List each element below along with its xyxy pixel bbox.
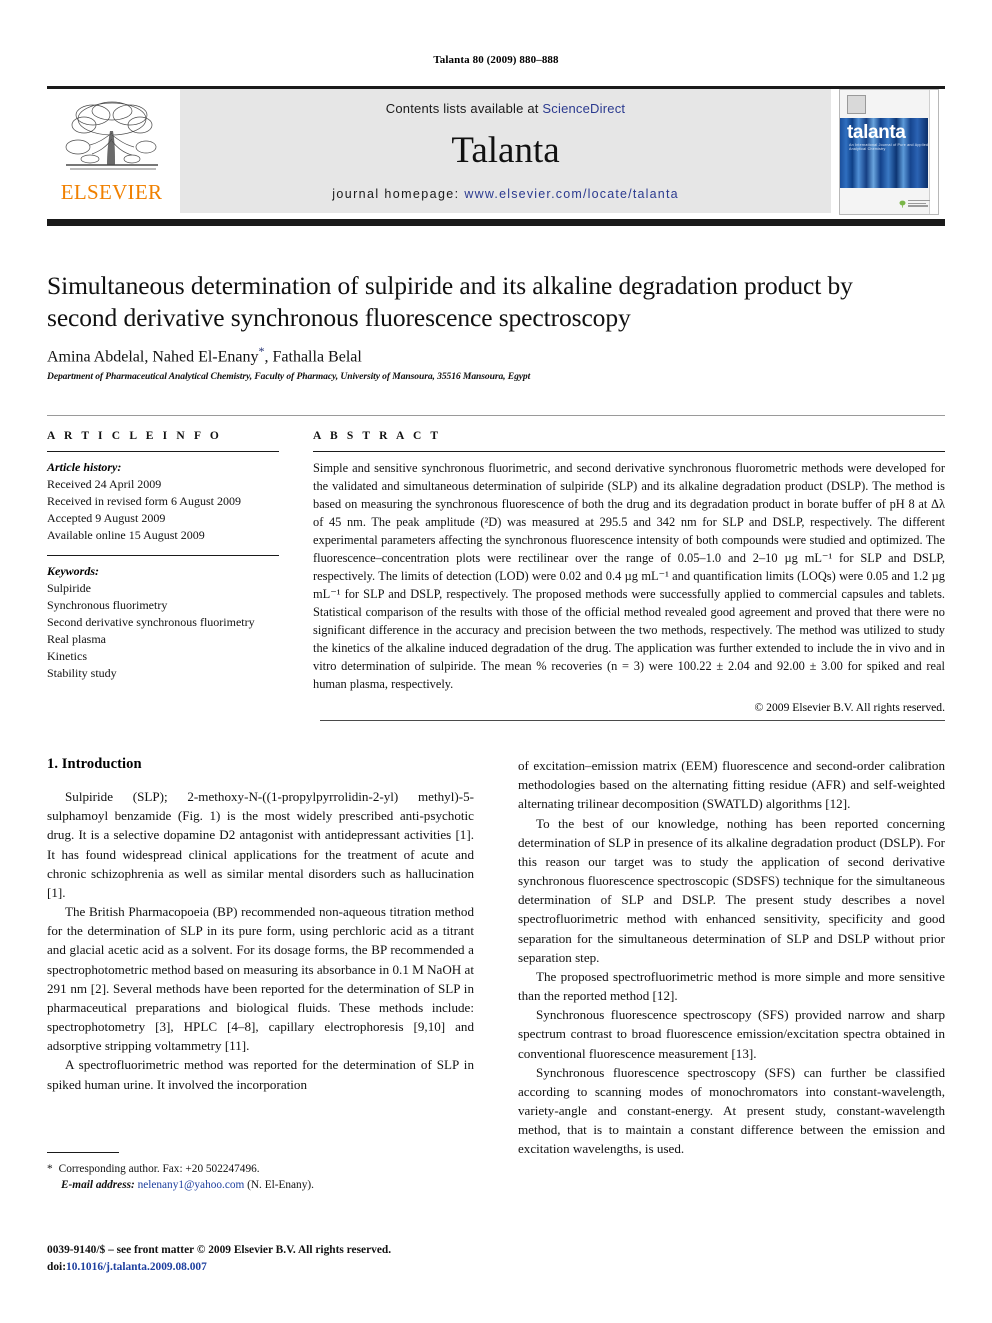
- section-heading-introduction: 1. Introduction: [47, 756, 142, 772]
- article-info-rule: [47, 451, 279, 452]
- paragraph: Sulpiride (SLP); 2-methoxy-N-((1-propylp…: [47, 789, 474, 900]
- article-history-item: Accepted 9 August 2009: [47, 511, 166, 526]
- journal-masthead: ELSEVIER Contents lists available at Sci…: [47, 86, 945, 215]
- cover-small-tree-icon: [899, 200, 906, 208]
- masthead-bottom-rule: [47, 219, 945, 226]
- corresponding-author-footnote: * Corresponding author. Fax: +20 50224749…: [47, 1152, 474, 1193]
- imprint-doi-line: doi:10.1016/j.talanta.2009.08.007: [47, 1259, 547, 1276]
- article-history-heading: Article history:: [47, 460, 122, 474]
- journal-homepage-link[interactable]: www.elsevier.com/locate/talanta: [464, 187, 678, 201]
- article-history-item: Received in revised form 6 August 2009: [47, 494, 241, 509]
- abstract-copyright: © 2009 Elsevier B.V. All rights reserved…: [754, 700, 945, 714]
- abstract-text: Simple and sensitive synchronous fluorim…: [313, 461, 945, 691]
- footnote-email-owner: (N. El-Enany).: [247, 1179, 314, 1192]
- contents-list-line: Contents lists available at ScienceDirec…: [180, 101, 831, 116]
- article-history-item: Available online 15 August 2009: [47, 528, 205, 543]
- cover-footer-logo: [899, 200, 930, 208]
- cover-footer-text-lines: [908, 200, 930, 208]
- footnote-rule: [47, 1152, 119, 1153]
- keywords-heading: Keywords:: [47, 564, 99, 579]
- cover-publisher-mark-icon: [847, 95, 866, 114]
- keyword-item: Kinetics: [47, 649, 87, 664]
- imprint-issn-line: 0039-9140/$ – see front matter © 2009 El…: [47, 1244, 392, 1256]
- authors-main: Amina Abdelal, Nahed El-Enany: [47, 348, 259, 366]
- journal-cover-card: talanta An International Journal of Pure…: [839, 89, 939, 215]
- contents-prefix: Contents lists available at: [385, 101, 543, 116]
- body-column-left: 1. Introduction Sulpiride (SLP); 2-metho…: [47, 756, 474, 1159]
- page-title: Simultaneous determination of sulpiride …: [47, 271, 853, 332]
- panel-bottom-rule: [320, 720, 945, 721]
- paragraph: of excitation–emission matrix (EEM) fluo…: [518, 758, 945, 812]
- keyword-item: Second derivative synchronous fluorimetr…: [47, 615, 255, 630]
- abstract-rule: [313, 451, 945, 452]
- paragraph: The British Pharmacopoeia (BP) recommend…: [47, 904, 474, 1054]
- paragraph: To the best of our knowledge, nothing ha…: [518, 815, 945, 965]
- authors-tail: , Fathalla Belal: [264, 348, 362, 366]
- footnote-corresponding-text: Corresponding author. Fax: +20 502247496…: [58, 1163, 260, 1175]
- abstract-label: A B S T R A C T: [313, 430, 442, 442]
- running-head: Talanta 80 (2009) 880–888: [433, 54, 559, 66]
- article-history-item: Received 24 April 2009: [47, 477, 162, 491]
- footnote-email-link[interactable]: nelenany1@yahoo.com: [138, 1179, 245, 1191]
- paragraph: Synchronous fluorescence spectroscopy (S…: [518, 1064, 945, 1157]
- paragraph: A spectrofluorimetric method was reporte…: [47, 1057, 474, 1092]
- cover-journal-title: talanta: [847, 122, 906, 143]
- elsevier-logo: ELSEVIER: [47, 89, 176, 213]
- article-info-label: A R T I C L E I N F O: [47, 430, 222, 442]
- paragraph: Synchronous fluorescence spectroscopy (S…: [518, 1007, 945, 1061]
- sciencedirect-link[interactable]: ScienceDirect: [542, 101, 625, 116]
- doi-label: doi:: [47, 1261, 66, 1274]
- elsevier-wordmark: ELSEVIER: [60, 180, 163, 204]
- body-column-right: of excitation–emission matrix (EEM) fluo…: [518, 756, 945, 1159]
- footnote-email-label: E-mail address:: [61, 1179, 135, 1192]
- author-list: Amina Abdelal, Nahed El-Enany*, Fathalla…: [47, 344, 907, 366]
- journal-cover: talanta An International Journal of Pure…: [837, 89, 945, 215]
- journal-title: Talanta: [451, 130, 560, 171]
- affiliation: Department of Pharmaceutical Analytical …: [47, 371, 531, 382]
- abstract-column: A B S T R A C T Simple and sensitive syn…: [307, 430, 945, 714]
- paragraph: The proposed spectrofluorimetric method …: [518, 968, 945, 1004]
- footnote-email-line: E-mail address: nelenany1@yahoo.com (N. …: [47, 1177, 474, 1193]
- body-columns: 1. Introduction Sulpiride (SLP); 2-metho…: [47, 756, 945, 1159]
- keyword-item: Sulpiride: [47, 581, 91, 596]
- keyword-item: Synchronous fluorimetry: [47, 598, 168, 613]
- keywords-rule: [47, 555, 279, 557]
- cover-spine: [929, 90, 938, 214]
- footnote-corresponding-line: * Corresponding author. Fax: +20 50224749…: [47, 1161, 474, 1177]
- footnote-star: *: [47, 1163, 53, 1175]
- keyword-item: Stability study: [47, 666, 117, 681]
- journal-article-page: Talanta 80 (2009) 880–888 ELSEVIER Conte…: [0, 0, 992, 1323]
- article-info-abstract-panel: A R T I C L E I N F O Article history: R…: [47, 415, 945, 714]
- doi-link[interactable]: 10.1016/j.talanta.2009.08.007: [66, 1261, 207, 1273]
- imprint-block: 0039-9140/$ – see front matter © 2009 El…: [47, 1242, 547, 1276]
- sciencedirect-banner: Contents lists available at ScienceDirec…: [180, 89, 831, 213]
- cover-journal-subtitle: An International Journal of Pure and App…: [849, 143, 929, 151]
- homepage-prefix: journal homepage:: [332, 187, 460, 201]
- journal-homepage-line: journal homepage: www.elsevier.com/locat…: [180, 187, 831, 201]
- article-info-column: A R T I C L E I N F O Article history: R…: [47, 430, 307, 714]
- elsevier-tree-icon: [65, 101, 158, 170]
- keyword-item: Real plasma: [47, 632, 106, 647]
